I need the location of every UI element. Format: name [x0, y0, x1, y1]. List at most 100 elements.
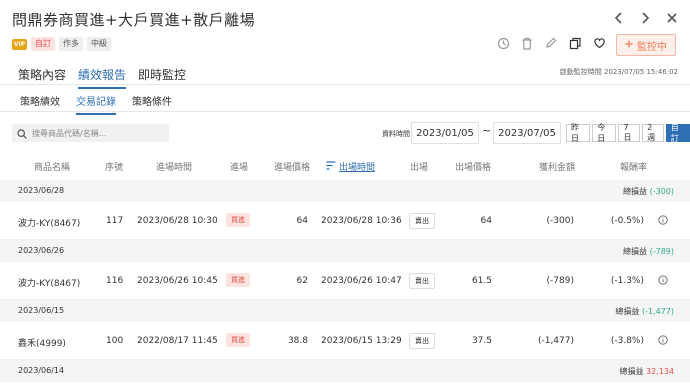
start-date-field[interactable]: 2023/01/05 [411, 122, 479, 144]
close-icon[interactable] [666, 11, 678, 27]
range-2weeks-button[interactable]: 2週 [642, 123, 664, 142]
seq-number: 116 [106, 276, 124, 286]
edit-icon[interactable] [544, 36, 558, 50]
exit-time: 2023/06/15 13:29 [321, 336, 402, 346]
group-summary-label: 總損益 [615, 307, 640, 316]
entry-time: 2023/06/26 10:45 [137, 276, 218, 286]
entry-time: 2023/06/28 10:30 [137, 216, 218, 226]
col-entry: 進場 [230, 163, 249, 173]
entry-badge: 買進 [226, 213, 250, 227]
monitoring-button-label: 監控中 [637, 41, 667, 53]
table-row[interactable]: 鑫禾(4999) 100 2022/08/17 11:45 買進 38.8 20… [0, 322, 690, 360]
direction-tag: 作多 [59, 37, 83, 51]
entry-time: 2022/08/17 11:45 [137, 336, 218, 346]
col-product-name[interactable]: 商品名稱 [34, 160, 70, 173]
sub-tabs-divider [0, 111, 690, 112]
entry-price: 62 [296, 276, 308, 286]
return-rate: (-0.5%) [610, 216, 644, 226]
copy-icon[interactable] [568, 36, 582, 50]
tab-live-monitor[interactable]: 即時監控 [138, 66, 186, 89]
main-tabs: 策略內容 績效報告 即時監控 [18, 66, 186, 89]
strategy-actions [496, 36, 606, 50]
range-7days-button[interactable]: 7日 [618, 123, 641, 142]
search-icon [17, 124, 27, 143]
table-row[interactable]: 波力-KY(8467) 117 2023/06/28 10:30 買進 64 2… [0, 202, 690, 240]
date-group-header: 2023/06/14 總損益 32,134 [0, 360, 690, 382]
col-exit: 出場 [410, 163, 429, 173]
seq-number: 100 [106, 336, 124, 346]
seq-number: 117 [106, 216, 124, 226]
col-exit-time[interactable]: 出場時間 [339, 160, 375, 173]
group-date: 2023/06/28 [18, 186, 65, 195]
group-summary: 總損益 32,134 [619, 366, 674, 377]
chevron-right-icon[interactable] [640, 11, 650, 27]
history-icon[interactable] [496, 36, 510, 50]
vip-badge: VIP [12, 38, 27, 50]
col-profit[interactable]: 獲利金額 [539, 160, 575, 173]
end-date-field[interactable]: 2023/07/05 [493, 122, 561, 144]
profit-amount: (-1,477) [537, 336, 574, 346]
group-summary: 總損益 (-300) [623, 186, 674, 197]
entry-price: 38.8 [287, 336, 308, 346]
group-summary: 總損益 (-789) [623, 246, 674, 257]
window-nav [614, 11, 678, 27]
date-separator: ~ [482, 124, 492, 137]
group-summary-value: (-300) [649, 187, 674, 196]
monitoring-button[interactable]: 監控中 [616, 34, 676, 56]
col-seq[interactable]: 序號 [105, 160, 123, 173]
search-input[interactable] [32, 128, 162, 138]
date-group-header: 2023/06/26 總損益 (-789) [0, 240, 690, 262]
range-yesterday-button[interactable]: 昨日 [566, 123, 591, 143]
heart-icon[interactable] [592, 36, 606, 50]
chevron-left-icon[interactable] [614, 11, 624, 27]
group-summary-label: 總損益 [619, 367, 644, 376]
group-summary-label: 總損益 [623, 187, 648, 196]
col-exit-price[interactable]: 出場價格 [455, 160, 491, 173]
exit-price: 64 [480, 216, 492, 226]
date-group-header: 2023/06/28 總損益 (-300) [0, 180, 690, 202]
page-title: 問鼎券商買進+大戶買進+散戶離場 [12, 11, 256, 29]
range-custom-button[interactable]: 自訂 [665, 123, 690, 143]
date-range-buttons: 昨日 今日 7日 2週 自訂 [566, 123, 690, 143]
exit-price: 61.5 [471, 276, 492, 286]
return-rate: (-3.8%) [610, 336, 644, 346]
entry-badge: 買進 [226, 333, 250, 347]
table-header: 商品名稱 序號 進場時間 進場 進場價格 出場時間 出場 出場價格 獲利金額 報… [0, 156, 690, 176]
info-icon[interactable] [658, 215, 668, 225]
group-date: 2023/06/26 [18, 246, 65, 255]
strategy-tags: VIP 自訂 作多 中級 [12, 37, 111, 51]
main-tabs-divider [0, 84, 690, 85]
exit-badge: 賣出 [409, 213, 435, 229]
exit-badge: 賣出 [409, 273, 435, 289]
group-summary-value: (-1,477) [641, 307, 674, 316]
col-return[interactable]: 報酬率 [620, 160, 647, 173]
group-date: 2023/06/15 [18, 306, 65, 315]
date-range-label: 資料時間 [382, 130, 410, 138]
exit-price: 37.5 [471, 336, 492, 346]
trash-icon[interactable] [520, 36, 534, 50]
group-summary-label: 總損益 [623, 247, 648, 256]
product-search [12, 124, 169, 142]
product-name: 波力-KY(8467) [18, 279, 81, 289]
col-entry-time[interactable]: 進場時間 [156, 160, 192, 173]
col-entry-price[interactable]: 進場價格 [274, 160, 310, 173]
tab-performance-report[interactable]: 績效報告 [78, 66, 127, 89]
sort-icon[interactable] [326, 161, 336, 173]
entry-badge: 買進 [226, 273, 250, 287]
level-tag: 中級 [87, 37, 111, 51]
profit-amount: (-300) [546, 216, 574, 226]
table-row[interactable]: 波力-KY(8467) 116 2023/06/26 10:45 買進 62 2… [0, 262, 690, 300]
info-icon[interactable] [658, 335, 668, 345]
date-group-header: 2023/06/15 總損益 (-1,477) [0, 300, 690, 322]
product-name: 波力-KY(8467) [18, 219, 81, 229]
return-rate: (-1.3%) [610, 276, 644, 286]
tab-strategy-content[interactable]: 策略內容 [18, 66, 66, 89]
info-icon[interactable] [658, 275, 668, 285]
monitor-start-time: 啟動監控時間 2023/07/05 15:46:02 [559, 68, 678, 76]
exit-time: 2023/06/28 10:36 [321, 216, 402, 226]
exit-badge: 賣出 [409, 333, 435, 349]
profit-amount: (-789) [546, 276, 574, 286]
exit-time: 2023/06/26 10:47 [321, 276, 402, 286]
group-date: 2023/06/14 [18, 366, 65, 375]
range-today-button[interactable]: 今日 [592, 123, 617, 143]
